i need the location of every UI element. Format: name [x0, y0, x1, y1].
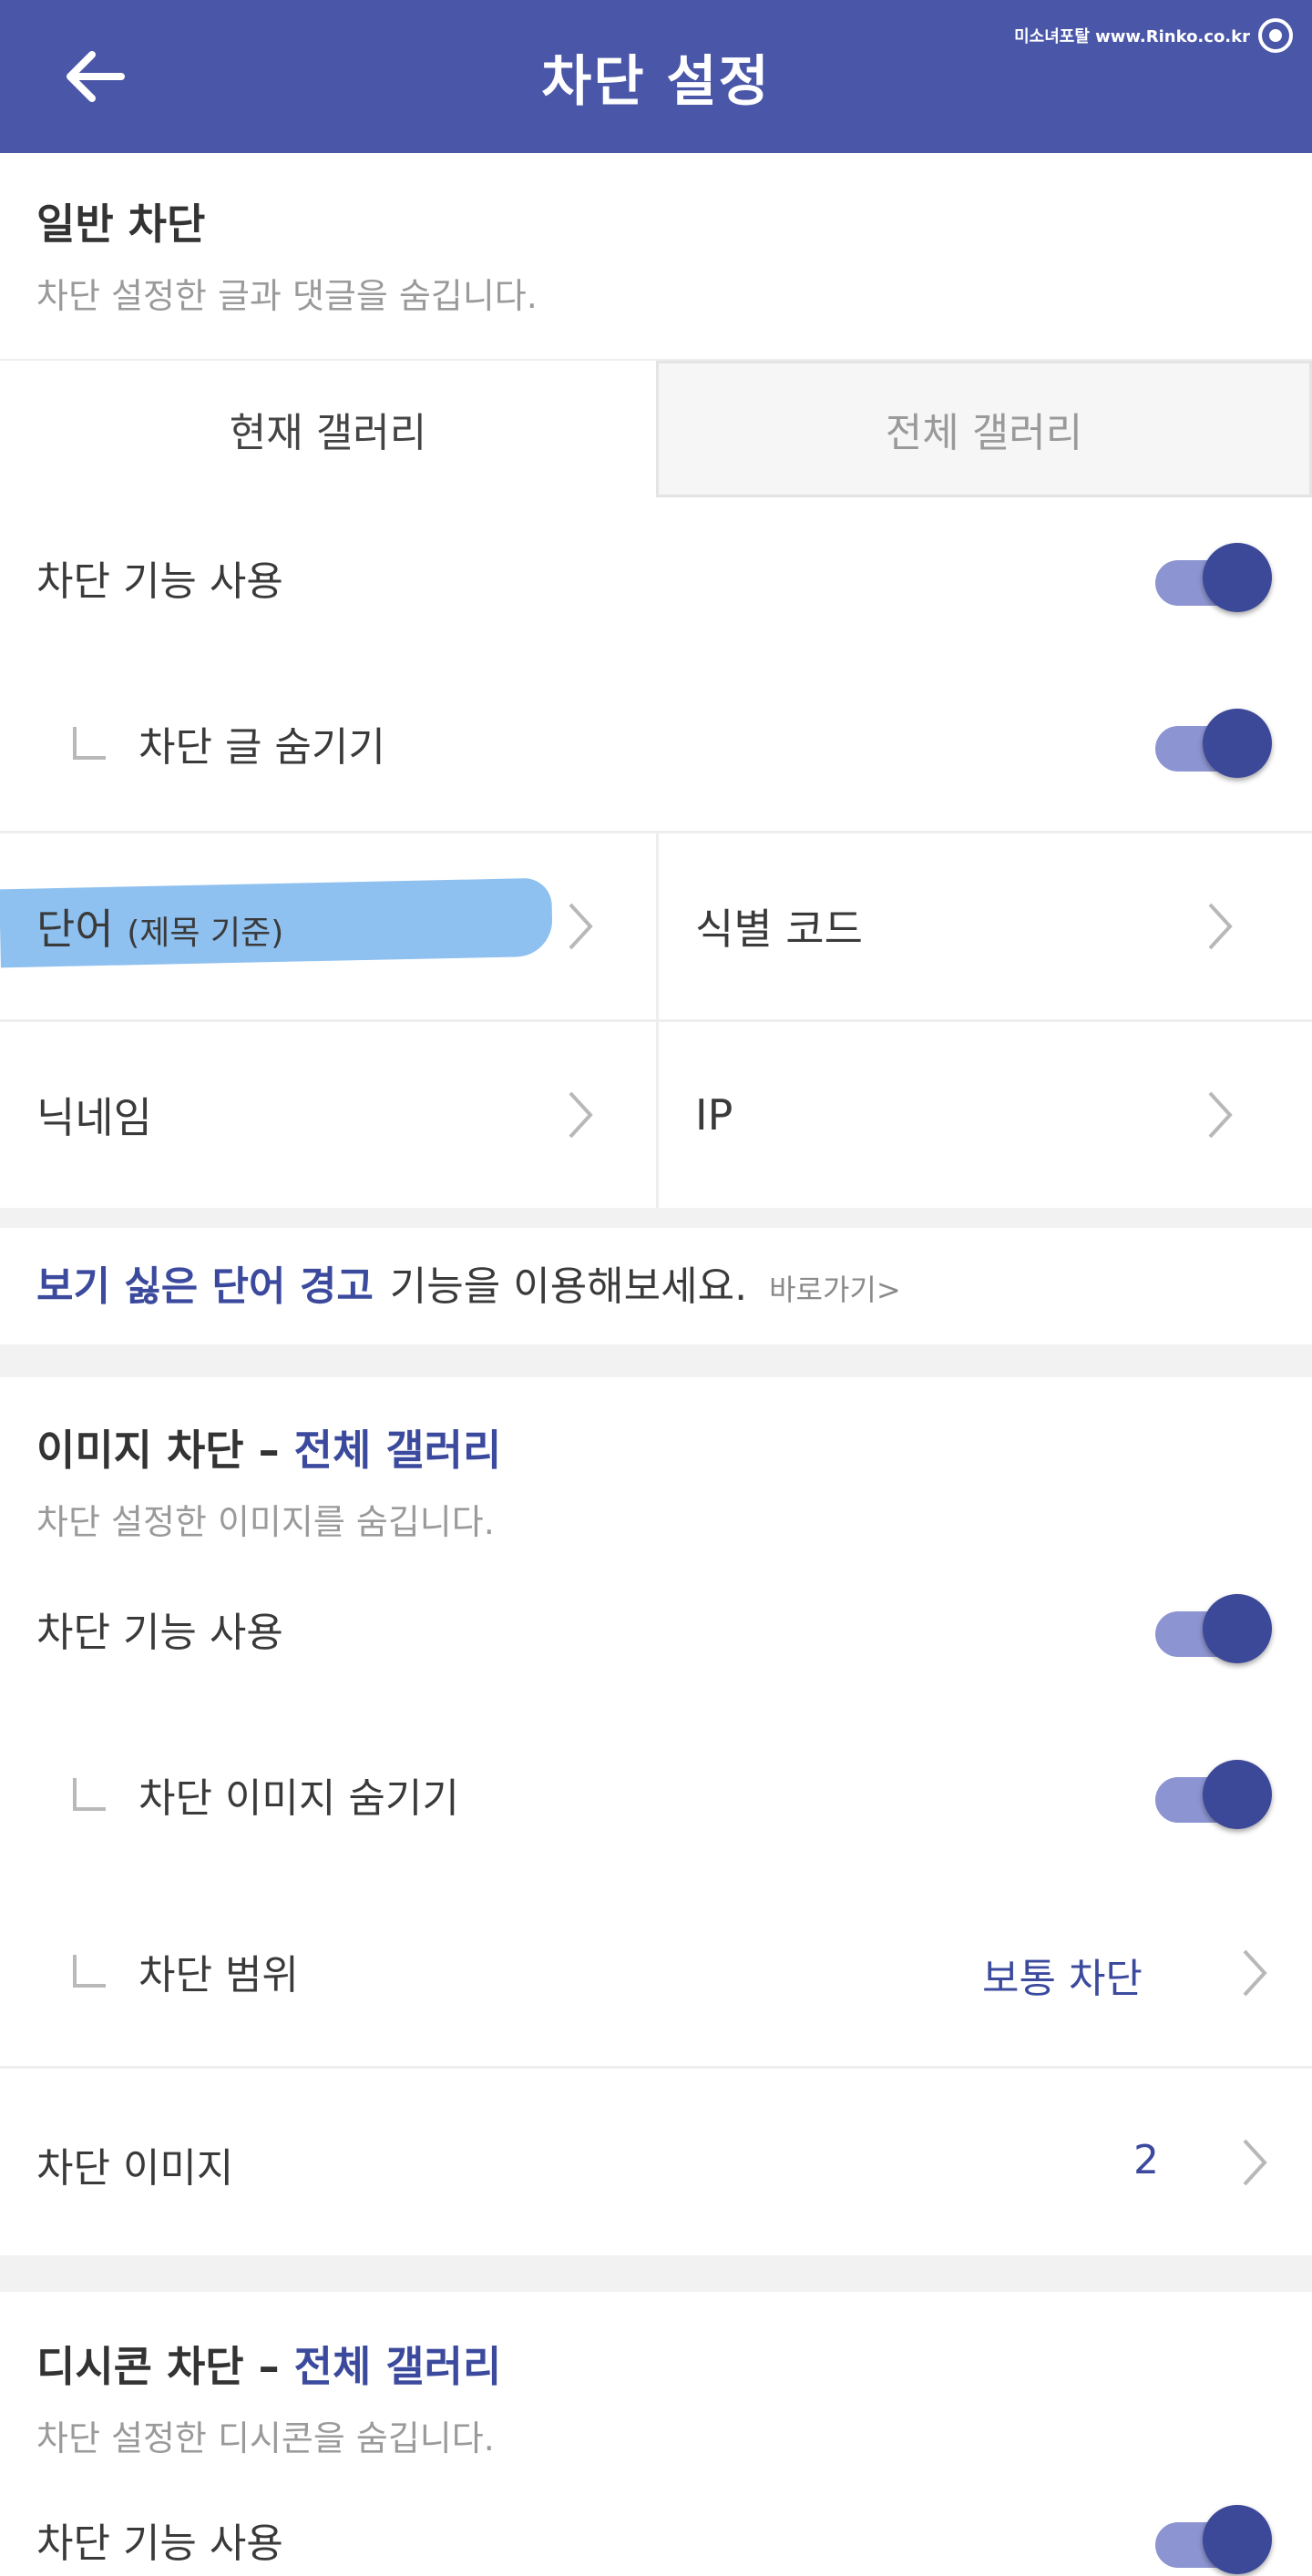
chevron-right-icon	[1243, 2139, 1267, 2186]
chevron-right-icon	[1243, 1949, 1267, 1997]
image-range-value: 보통 차단	[982, 1956, 1143, 2002]
section-gap	[0, 1208, 1312, 1228]
toggle-knob	[1203, 2505, 1272, 2574]
filter-ip-label: IP	[695, 1090, 733, 1140]
word-warning-promo: 보기 싫은 단어 경고 기능을 이용해보세요. 바로가기>	[36, 1253, 901, 1317]
filter-code-cell[interactable]: 식별 코드	[659, 833, 1312, 1019]
dccon-block-title: 디시콘 차단 – 전체 갤러리	[36, 2342, 502, 2391]
filter-word-cell[interactable]: 단어 (제목 기준)	[0, 833, 656, 1019]
section-gap	[0, 2255, 1312, 2292]
watermark: 미소녀포탈 www.Rinko.co.kr	[1014, 13, 1294, 58]
general-block-header: 일반 차단 차단 설정한 글과 댓글을 숨깁니다.	[36, 191, 538, 318]
general-sub-label: 차단 글 숨기기	[138, 724, 385, 771]
toggle-knob	[1203, 543, 1272, 612]
general-block-desc: 차단 설정한 글과 댓글을 숨깁니다.	[36, 276, 538, 316]
filter-code-label: 식별 코드	[695, 905, 863, 954]
filter-word-label: 단어 (제목 기준)	[36, 905, 284, 954]
section-gap	[0, 1344, 1312, 1377]
general-block-toggle[interactable]	[1155, 541, 1277, 614]
chevron-right-icon	[1208, 1091, 1233, 1139]
dccon-block-desc: 차단 설정한 디시콘을 숨깁니다.	[36, 2418, 495, 2458]
hide-blocked-images-toggle[interactable]	[1155, 1758, 1277, 1831]
tab-all-gallery[interactable]: 전체 갤러리	[656, 361, 1312, 497]
chevron-right-icon	[569, 1091, 593, 1139]
general-toggle-label: 차단 기능 사용	[36, 558, 283, 605]
filter-ip-cell[interactable]: IP	[659, 1022, 1312, 1208]
blocked-images-count: 2	[1133, 2137, 1159, 2183]
app-header: 차단 설정 미소녀포탈 www.Rinko.co.kr	[0, 0, 1312, 153]
filter-nickname-label: 닉네임	[36, 1093, 152, 1142]
chevron-right-icon	[1208, 903, 1233, 950]
promo-text: 기능을 이용해보세요.	[389, 1263, 748, 1310]
sub-item-corner-icon	[73, 727, 106, 760]
toggle-knob	[1203, 1594, 1272, 1663]
image-range-row[interactable]: 차단 범위	[73, 1935, 299, 2008]
image-block-header: 이미지 차단 – 전체 갤러리 차단 설정한 이미지를 숨깁니다.	[36, 1417, 501, 1544]
promo-highlight: 보기 싫은 단어 경고	[36, 1263, 374, 1310]
image-block-toggle[interactable]	[1155, 1592, 1277, 1665]
hide-blocked-posts-toggle[interactable]	[1155, 707, 1277, 780]
divider	[0, 2066, 1312, 2069]
toggle-knob	[1203, 1760, 1272, 1829]
general-block-title: 일반 차단	[36, 199, 206, 249]
chevron-right-icon	[569, 903, 593, 950]
general-sub-row: 차단 글 숨기기	[73, 707, 385, 780]
blocked-images-label[interactable]: 차단 이미지	[36, 2128, 233, 2201]
filter-nickname-cell[interactable]: 닉네임	[0, 1022, 656, 1208]
dccon-toggle-label: 차단 기능 사용	[36, 2520, 283, 2567]
image-block-title: 이미지 차단 – 전체 갤러리	[36, 1426, 502, 1475]
image-toggle-label: 차단 기능 사용	[36, 1610, 283, 1656]
image-sub-label: 차단 이미지 숨기기	[138, 1775, 459, 1822]
image-block-desc: 차단 설정한 이미지를 숨깁니다.	[36, 1502, 495, 1542]
image-range-label: 차단 범위	[138, 1952, 299, 1998]
grid-divider	[656, 833, 659, 1208]
dccon-block-toggle[interactable]	[1155, 2503, 1277, 2576]
promo-shortcut-link[interactable]: 바로가기>	[769, 1267, 901, 1309]
dccon-block-header: 디시콘 차단 – 전체 갤러리 차단 설정한 디시콘을 숨깁니다.	[36, 2334, 501, 2460]
sub-item-corner-icon	[73, 1955, 106, 1988]
tab-current-gallery[interactable]: 현재 갤러리	[0, 361, 656, 497]
watermark-text: 미소녀포탈 www.Rinko.co.kr	[1014, 27, 1250, 46]
toggle-knob	[1203, 709, 1272, 778]
sub-item-corner-icon	[73, 1778, 106, 1811]
watermark-logo-icon	[1258, 18, 1293, 53]
image-sub-row: 차단 이미지 숨기기	[73, 1758, 459, 1831]
